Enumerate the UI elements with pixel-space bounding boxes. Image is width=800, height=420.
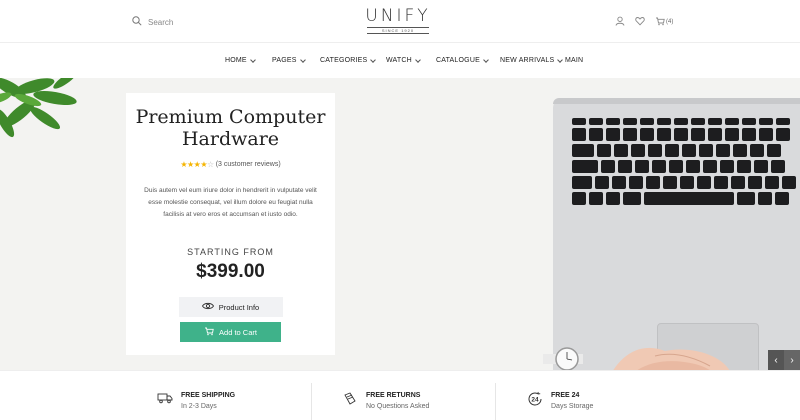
product-info-label: Product Info [218,302,260,312]
add-to-cart-button[interactable]: Add to Cart [180,322,281,342]
feature-title: FREE RETURNS [366,392,421,399]
laptop-edge [553,98,800,104]
user-icon[interactable] [615,13,625,31]
product-card: Premium Computer Hardware ★★★★☆ (3 custo… [126,93,335,355]
svg-text:24: 24 [531,397,539,404]
star-rating-icon: ★★★★☆ [180,160,214,169]
nav-item-home[interactable]: HOME [225,56,256,64]
nav-item-main[interactable]: MAIN [565,57,583,64]
nav-item-pages[interactable]: PAGES [272,56,306,64]
feature-free-storage: 24 FREE 24 Days Storage [527,391,593,412]
product-title: Premium Computer Hardware [135,106,326,150]
nav-item-label: MAIN [565,57,584,64]
logo-text: UNIFY [365,6,431,26]
nav-item-new-arrivals[interactable]: NEW ARRIVALS [500,56,564,64]
nav-item-label: PAGES [272,57,297,64]
nav-item-categories[interactable]: CATEGORIES [320,56,377,64]
starting-from-label: STARTING FROM [187,247,274,257]
divider [311,383,312,420]
logo-tagline: SINCE 1920 [367,27,429,34]
return-icon [342,391,358,412]
add-to-cart-label: Add to Cart [219,327,257,337]
hero-banner: ‹ › Premium Computer Hardware ★★★★☆ (3 c… [0,78,800,370]
header-icons: (4) [615,13,673,31]
keyboard-image [572,118,800,208]
feature-free-shipping: FREE SHIPPING In 2-3 Days [157,391,235,412]
chevron-down-icon [557,56,564,63]
nav-item-label: CATEGORIES [320,57,368,64]
divider [495,383,496,420]
cart-count: (4) [666,19,674,25]
cart-icon [655,13,665,31]
feature-title: FREE SHIPPING [181,392,236,399]
feature-subtitle: No Questions Asked [366,403,430,410]
heart-icon[interactable] [635,13,645,31]
chevron-down-icon [483,56,489,63]
plant-image [0,78,77,138]
product-description: Duis autem vel eum iriure dolor in hendr… [144,187,317,218]
search-input[interactable]: Search [148,18,173,27]
nav-item-label: NEW ARRIVALS [500,57,555,64]
chevron-down-icon [299,56,306,63]
product-price: $399.00 [196,261,265,282]
features-bar: FREE SHIPPING In 2-3 Days FREE RETURNS N… [0,370,800,420]
product-info-button[interactable]: Product Info [178,297,283,317]
search-box[interactable]: Search [132,13,173,31]
logo[interactable]: UNIFY SINCE 1920 [363,6,433,34]
nav-item-catalogue[interactable]: CATALOGUE [436,56,489,64]
main-nav: HOME PAGES CATEGORIES WATCH CATALOGUE NE… [0,42,800,78]
product-rating: ★★★★☆ (3 customer reviews) [126,160,335,169]
chevron-down-icon [249,56,256,63]
clock-24-icon: 24 [527,391,543,412]
nav-item-label: WATCH [386,57,412,64]
header: Search UNIFY SINCE 1920 (4) [0,0,800,42]
nav-item-label: CATALOGUE [436,57,480,64]
wristwatch-image [543,347,583,370]
feature-subtitle: In 2-3 Days [181,403,217,410]
nav-item-watch[interactable]: WATCH [386,56,421,64]
cart-icon [204,326,214,338]
slider-prev-button[interactable]: ‹ [768,350,784,370]
feature-subtitle: Days Storage [551,403,594,410]
chevron-down-icon [370,56,377,63]
chevron-down-icon [415,56,421,63]
feature-title: FREE 24 [551,392,580,399]
feature-free-returns: FREE RETURNS No Questions Asked [342,391,429,412]
eye-icon [201,302,214,312]
slider-arrows: ‹ › [768,350,800,370]
cart-button[interactable]: (4) [655,13,673,31]
slider-next-button[interactable]: › [784,350,800,370]
reviews-link[interactable]: (3 customer reviews) [216,161,281,168]
truck-icon [157,391,173,410]
nav-item-label: HOME [225,57,247,64]
search-icon[interactable] [132,13,142,31]
